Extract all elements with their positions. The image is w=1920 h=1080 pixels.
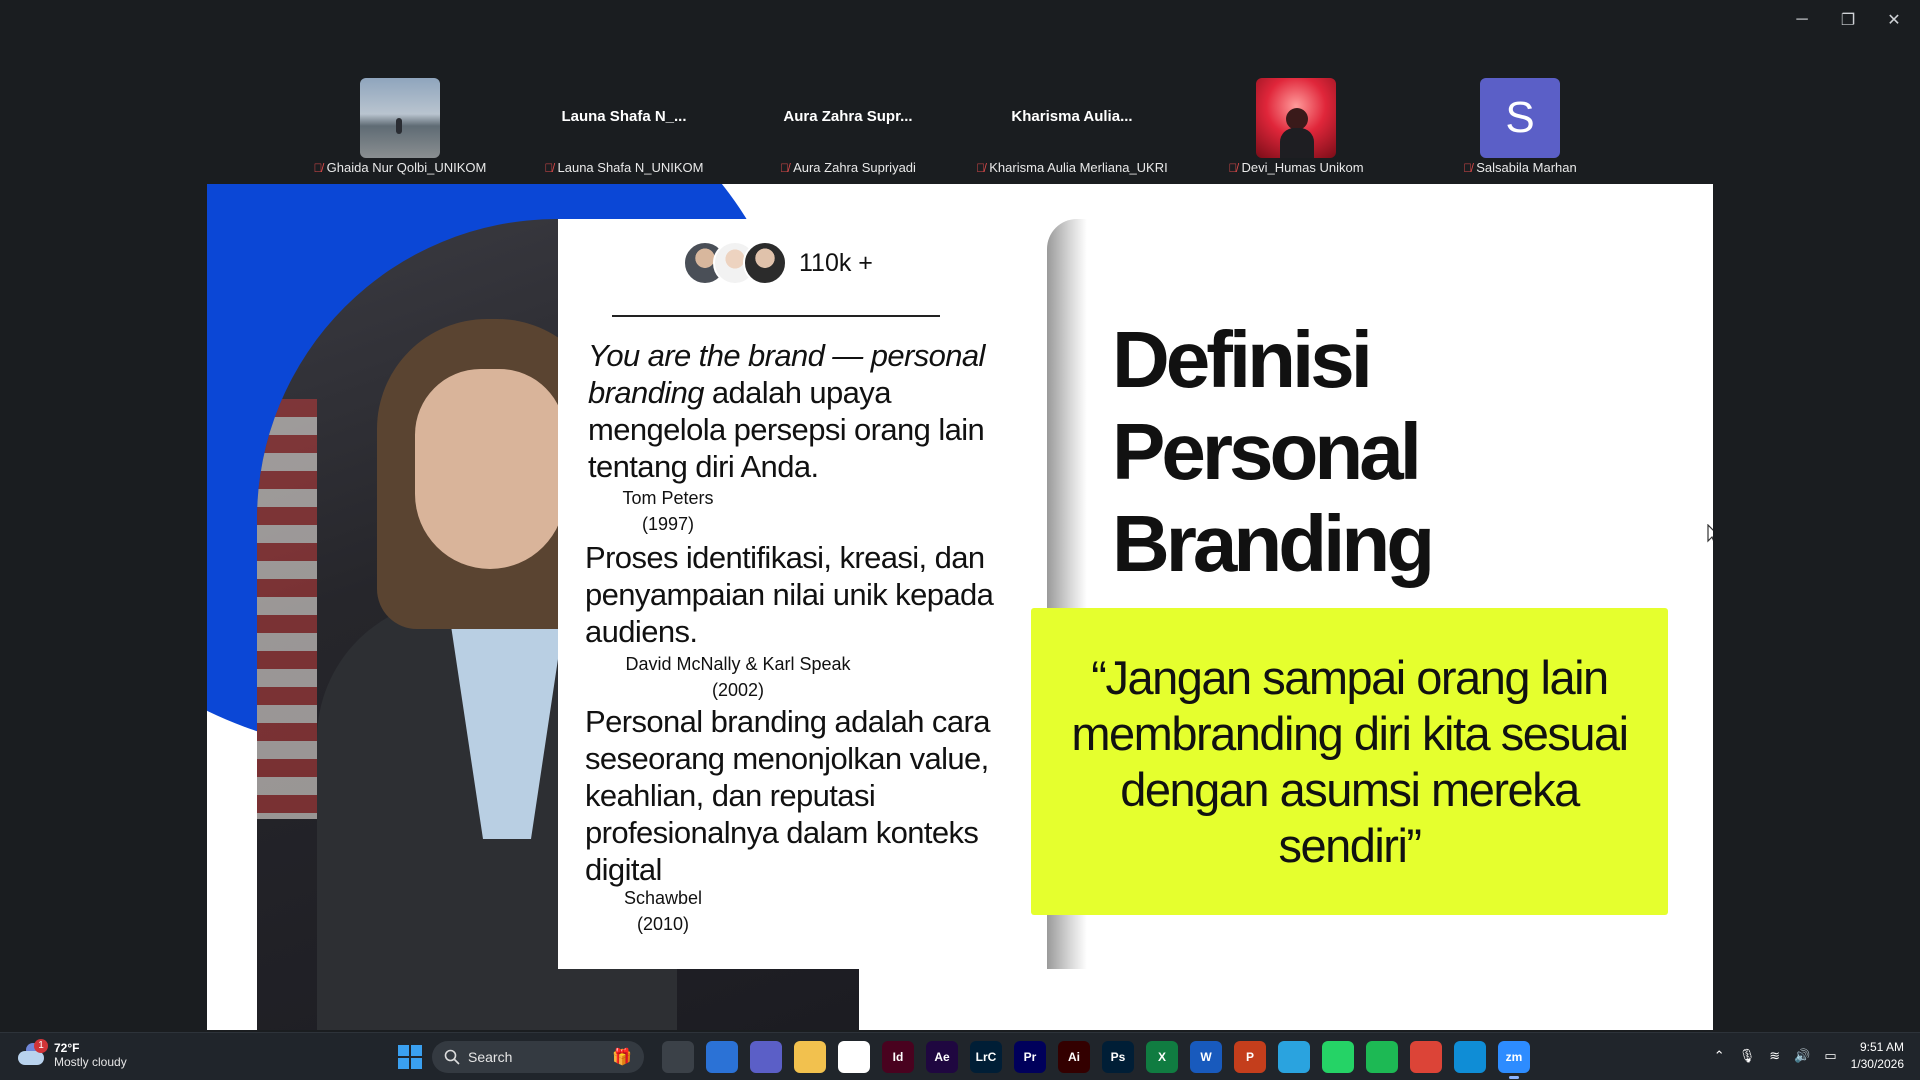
participant-strip: 🎙̸ Ghaida Nur Qolbi_UNIKOM Launa Shafa N_… [0,78,1920,180]
participant-avatar-initial: S [1480,78,1560,158]
slide-title: Definisi Personal Branding [1112,315,1435,588]
taskbar: 1 72°F Mostly cloudy Search 🎁 Id Ae LrC Pr A… [0,1032,1920,1080]
participant-name: Launa Shafa N_UNIKOM [557,160,704,175]
wifi-icon[interactable]: ≋ [1769,1048,1780,1064]
mic-muted-icon: 🎙̸ [544,160,554,175]
lightroom-classic-icon[interactable]: LrC [970,1041,1002,1073]
quote-author: Tom Peters (1997) [622,488,714,534]
participant-video [360,78,440,158]
zoom-icon[interactable]: zm [1498,1041,1530,1079]
search-icon [444,1049,460,1065]
microsoft-store-icon[interactable] [706,1041,738,1073]
minimize-button[interactable]: ─ [1790,8,1814,32]
participant-video [1256,78,1336,158]
weather-widget[interactable]: 1 72°F Mostly cloudy [16,1039,127,1069]
highlight-quote-box: “Jangan sampai orang lain membranding di… [1031,608,1668,915]
participant-tile[interactable]: 🎙̸ Ghaida Nur Qolbi_UNIKOM [300,78,500,180]
participant-name: Ghaida Nur Qolbi_UNIKOM [326,160,487,175]
file-explorer-icon[interactable] [794,1041,826,1073]
avatar [743,241,787,285]
quote-author: Schawbel (2010) [623,888,703,934]
mic-muted-icon: 🎙̸ [976,160,986,175]
battery-icon[interactable]: ▭ [1824,1048,1836,1064]
follower-count: 110k + [799,249,873,277]
quote-mcnally-speak: Proses identifikasi, kreasi, dan penyamp… [585,540,994,649]
participant-tile[interactable]: S 🎙̸ Salsabila Marhan [1420,78,1620,180]
weather-cloudy-icon: 1 [16,1039,48,1067]
quote-author: David McNally & Karl Speak (2002) [625,654,851,700]
participant-tile[interactable]: Aura Zahra Supr... 🎙̸ Aura Zahra Supriyad… [748,78,948,180]
shared-screen-slide: 110k + You are the brand — personal bran… [207,184,1713,1030]
teams-icon[interactable] [750,1041,782,1073]
powerpoint-icon[interactable]: P [1234,1041,1266,1073]
system-tray: ⌃ 🎙 ≋ 🔊 ▭ 9:51 AM 1/30/2026 [1714,1039,1904,1073]
search-highlight-icon: 🎁 [612,1049,632,1066]
quotes-card: 110k + You are the brand — personal bran… [558,219,1078,969]
illustrator-icon[interactable]: Ai [1058,1041,1090,1073]
participant-display-name: Kharisma Aulia... [1011,108,1133,125]
edge-icon[interactable] [1454,1041,1486,1073]
participant-name: Devi_Humas Unikom [1241,160,1364,175]
mic-muted-icon: 🎙̸ [780,160,790,175]
search-label: Search [468,1049,513,1065]
highlight-quote: “Jangan sampai orang lain membranding di… [1071,650,1629,872]
weather-condition: Mostly cloudy [54,1055,127,1069]
participant-tile[interactable]: Launa Shafa N_... 🎙̸ Launa Shafa N_UNIKOM [524,78,724,180]
participant-tile[interactable]: 🎙̸ Devi_Humas Unikom [1196,78,1396,180]
capcut-icon[interactable] [838,1041,870,1073]
participant-name: Kharisma Aulia Merliana_UKRI [989,160,1168,175]
indesign-icon[interactable]: Id [882,1041,914,1073]
close-button[interactable]: ✕ [1882,8,1906,32]
flag-graphic [257,399,317,819]
microphone-icon[interactable]: 🎙 [1739,1048,1756,1064]
participant-display-name: Aura Zahra Supr... [783,108,913,125]
window-controls: ─ ❐ ✕ [1790,8,1906,32]
participant-display-name: Launa Shafa N_... [561,108,687,125]
after-effects-icon[interactable]: Ae [926,1041,958,1073]
telegram-icon[interactable] [1278,1041,1310,1073]
search-box[interactable]: Search 🎁 [432,1041,644,1073]
task-view-icon[interactable] [662,1041,694,1073]
participant-name: Aura Zahra Supriyadi [793,160,916,175]
pinned-apps: Id Ae LrC Pr Ai Ps X W Pzm [662,1041,1530,1079]
restore-button[interactable]: ❐ [1836,8,1860,32]
spotify-icon[interactable] [1366,1041,1398,1073]
photoshop-icon[interactable]: Ps [1102,1041,1134,1073]
whatsapp-icon[interactable] [1322,1041,1354,1073]
mic-muted-icon: 🎙̸ [313,160,323,175]
excel-icon[interactable]: X [1146,1041,1178,1073]
mic-muted-icon: 🎙̸ [1228,160,1238,175]
follower-avatars [683,241,787,285]
clock[interactable]: 9:51 AM 1/30/2026 [1851,1039,1904,1073]
volume-icon[interactable]: 🔊 [1794,1048,1810,1064]
notification-badge: 1 [34,1039,48,1053]
start-button-icon[interactable] [398,1045,422,1069]
premiere-pro-icon[interactable]: Pr [1014,1041,1046,1073]
quote-tom-peters: You are the brand — personal branding ad… [588,338,985,484]
word-icon[interactable]: W [1190,1041,1222,1073]
participant-tile[interactable]: Kharisma Aulia... 🎙̸ Kharisma Aulia Merli… [972,78,1172,180]
mouse-cursor-icon [1707,524,1713,543]
chevron-up-icon[interactable]: ⌃ [1714,1048,1725,1064]
participant-name: Salsabila Marhan [1476,160,1577,175]
quote-schawbel: Personal branding adalah cara seseorang … [585,704,990,887]
divider [612,315,940,317]
mic-muted-icon: 🎙̸ [1463,160,1473,175]
temperature: 72°F [54,1041,80,1055]
chrome-icon[interactable] [1410,1041,1442,1073]
